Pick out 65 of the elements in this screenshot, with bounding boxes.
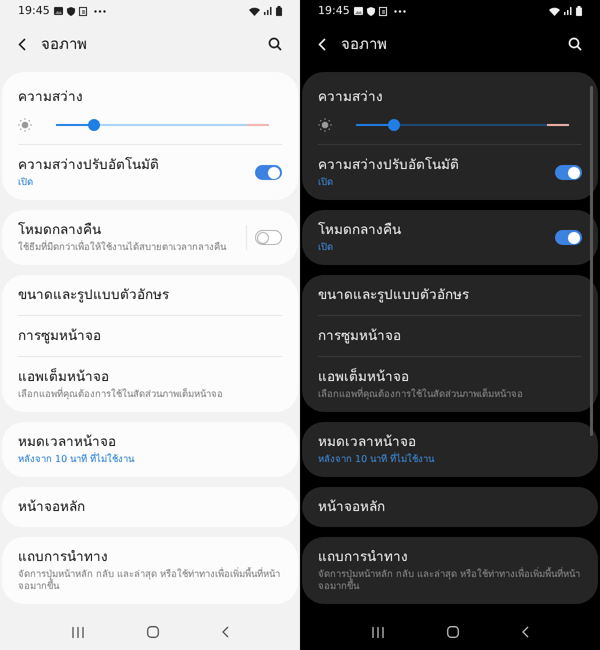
setting-title: ความสว่างปรับอัตโนมัติ	[18, 156, 160, 174]
back-nav-icon[interactable]	[522, 626, 528, 638]
setting-title: การซูมหน้าจอ	[318, 327, 402, 345]
screen-title: จอภาพ	[341, 34, 387, 55]
sun-icon	[318, 118, 332, 132]
setting-subtitle: เปิด	[318, 177, 334, 189]
setting-subtitle: จัดการปุ่มหน้าหลัก กลับ และล่าสุด หรือใช้ท่าทางเพื่อเพิ่มพื้นที่หน้าจอมากขึ้น	[18, 569, 282, 593]
search-icon[interactable]	[568, 37, 582, 51]
setting-subtitle: หลังจาก 10 นาที ที่ไม่ใช้งาน	[18, 454, 136, 466]
setting-title: แถบการนำทาง	[18, 548, 109, 566]
status-time: 19:45	[318, 2, 350, 19]
document-icon	[78, 6, 87, 16]
more-icon	[394, 10, 406, 12]
brightness-slider[interactable]	[56, 119, 269, 131]
setting-subtitle: หลังจาก 10 นาที ที่ไม่ใช้งาน	[318, 454, 436, 466]
setting-subtitle: เลือกแอพที่คุณต้องการใช้ในสัดส่วนภาพเต็มหน้าจอ	[318, 389, 524, 401]
home-icon[interactable]	[146, 626, 158, 638]
back-icon[interactable]	[18, 38, 26, 50]
setting-subtitle: เปิด	[18, 177, 34, 189]
home-icon[interactable]	[446, 626, 458, 638]
setting-title: แอพเต็มหน้าจอ	[318, 368, 410, 386]
battery-icon	[276, 6, 282, 16]
sun-icon	[18, 118, 32, 132]
setting-title: หมดเวลาหน้าจอ	[318, 433, 417, 451]
battery-icon	[576, 6, 582, 16]
brightness-slider[interactable]	[356, 119, 569, 131]
setting-title: ขนาดและรูปแบบตัวอักษร	[18, 286, 170, 304]
more-icon	[94, 10, 106, 12]
image-icon	[354, 7, 363, 15]
setting-title: หมดเวลาหน้าจอ	[18, 433, 117, 451]
shield-icon	[366, 6, 375, 16]
setting-title: ความสว่าง	[18, 89, 83, 105]
image-icon	[54, 7, 63, 15]
recent-apps-icon[interactable]	[372, 626, 384, 638]
toggle-switch[interactable]	[555, 230, 582, 245]
setting-title: การซูมหน้าจอ	[18, 327, 102, 345]
setting-title: ความสว่าง	[318, 89, 383, 105]
setting-title: หน้าจอหลัก	[18, 498, 86, 516]
setting-subtitle: เลือกแอพที่คุณต้องการใช้ในสัดส่วนภาพเต็มหน้าจอ	[18, 389, 224, 401]
setting-subtitle: จัดการปุ่มหน้าหลัก กลับ และล่าสุด หรือใช้ท่าทางเพื่อเพิ่มพื้นที่หน้าจอมากขึ้น	[318, 569, 582, 593]
setting-title: โหมดกลางคืน	[318, 221, 402, 239]
recent-apps-icon[interactable]	[72, 626, 84, 638]
toggle-switch[interactable]	[555, 165, 582, 180]
setting-title: หน้าจอหลัก	[318, 498, 386, 516]
search-icon[interactable]	[268, 37, 282, 51]
document-icon	[378, 6, 387, 16]
setting-subtitle: ใช้ธีมที่มืดกว่าเพื่อให้ใช้งานได้สบายตาเวลากลางคืน	[18, 242, 228, 254]
slider-thumb[interactable]	[388, 119, 400, 131]
wifi-icon	[249, 6, 260, 16]
screen-title: จอภาพ	[41, 34, 87, 55]
signal-icon	[264, 7, 272, 15]
wifi-icon	[549, 6, 560, 16]
back-nav-icon[interactable]	[222, 626, 228, 638]
setting-title: โหมดกลางคืน	[18, 221, 102, 239]
slider-thumb[interactable]	[88, 119, 100, 131]
setting-title: ขนาดและรูปแบบตัวอักษร	[318, 286, 470, 304]
toggle-switch[interactable]	[255, 230, 282, 245]
setting-subtitle: เปิด	[318, 242, 334, 254]
status-time: 19:45	[18, 2, 50, 19]
setting-title: ความสว่างปรับอัตโนมัติ	[318, 156, 460, 174]
setting-title: แถบการนำทาง	[318, 548, 409, 566]
signal-icon	[564, 7, 572, 15]
setting-title: แอพเต็มหน้าจอ	[18, 368, 110, 386]
shield-icon	[66, 6, 75, 16]
toggle-switch[interactable]	[255, 165, 282, 180]
